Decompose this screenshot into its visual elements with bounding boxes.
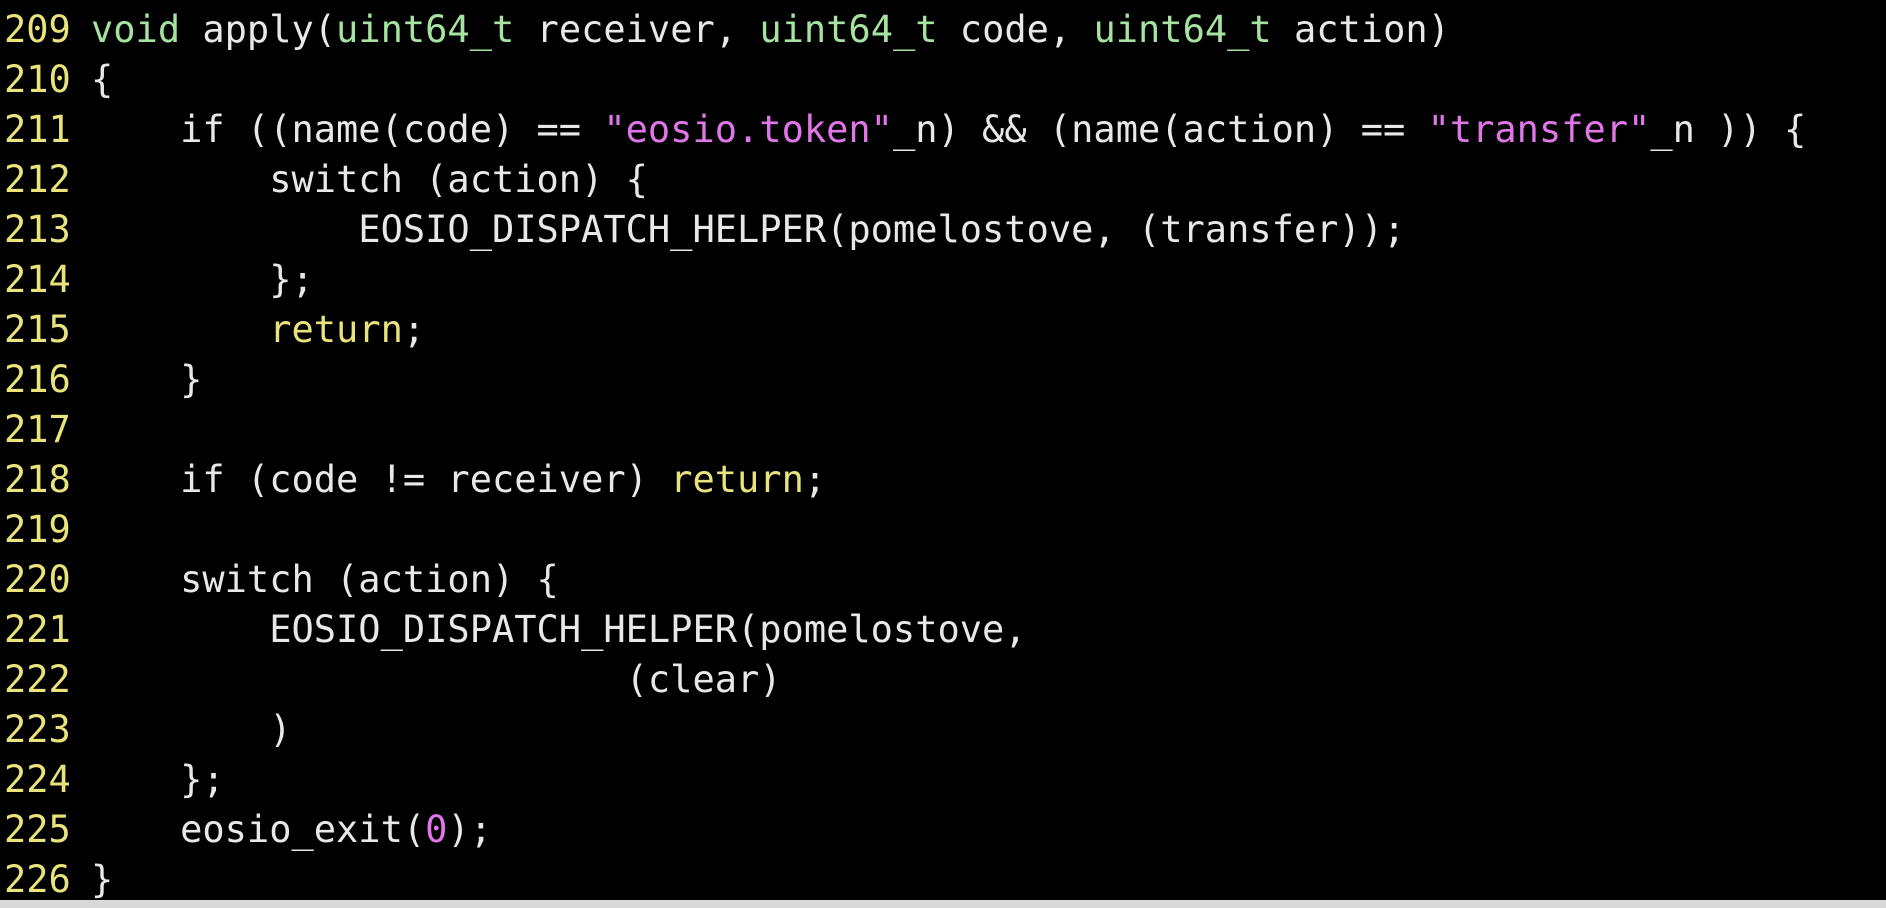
code-line[interactable]: 210 { xyxy=(0,55,1886,105)
status-bar xyxy=(0,900,1886,908)
code-token: "transfer" xyxy=(1427,108,1651,151)
code-token: return xyxy=(670,458,804,501)
code-token: _n )) { xyxy=(1650,108,1807,151)
code-token: ; xyxy=(402,308,426,351)
code-token: 0 xyxy=(425,808,448,851)
code-token: return xyxy=(269,308,403,351)
code-token: EOSIO_DISPATCH_HELPER(pomelostove, (tran… xyxy=(91,208,1406,251)
code-token: ); xyxy=(447,808,492,851)
code-line[interactable]: 209 void apply(uint64_t receiver, uint64_… xyxy=(0,5,1886,55)
code-text: if (code != receiver) return; xyxy=(91,455,826,505)
line-number: 225 xyxy=(4,808,71,851)
code-token: uint64_t xyxy=(1093,8,1272,51)
code-text: (clear) xyxy=(91,655,782,705)
code-line[interactable]: 214 }; xyxy=(0,255,1886,305)
line-number: 213 xyxy=(4,208,71,251)
code-token: switch (action) { xyxy=(91,158,648,201)
code-token: "eosio.token" xyxy=(603,108,893,151)
code-text: EOSIO_DISPATCH_HELPER(pomelostove, (tran… xyxy=(91,205,1405,255)
code-token: apply( xyxy=(180,8,337,51)
code-text: EOSIO_DISPATCH_HELPER(pomelostove, xyxy=(91,605,1027,655)
code-editor[interactable]: 209 void apply(uint64_t receiver, uint64_… xyxy=(0,0,1886,900)
code-text: }; xyxy=(91,255,314,305)
code-line[interactable]: 225 eosio_exit(0); xyxy=(0,805,1886,855)
code-text: if ((name(code) == "eosio.token"_n) && (… xyxy=(91,105,1806,155)
code-line[interactable]: 215 return; xyxy=(0,305,1886,355)
code-line[interactable]: 216 } xyxy=(0,355,1886,405)
line-number: 222 xyxy=(4,658,71,701)
code-line[interactable]: 217 xyxy=(0,405,1886,455)
line-number: 215 xyxy=(4,308,71,351)
code-token: if ((name(code) == xyxy=(91,108,604,151)
code-token: eosio_exit( xyxy=(91,808,426,851)
code-token: uint64_t xyxy=(336,8,515,51)
line-number: 220 xyxy=(4,558,71,601)
code-line[interactable]: 212 switch (action) { xyxy=(0,155,1886,205)
line-number: 218 xyxy=(4,458,71,501)
line-number: 219 xyxy=(4,508,71,551)
code-text: { xyxy=(91,55,113,105)
code-line[interactable]: 211 if ((name(code) == "eosio.token"_n) … xyxy=(0,105,1886,155)
line-number: 224 xyxy=(4,758,71,801)
code-text: return; xyxy=(91,305,425,355)
code-text: eosio_exit(0); xyxy=(91,805,492,855)
code-token: (clear) xyxy=(91,658,782,701)
line-number: 221 xyxy=(4,608,71,651)
code-token: uint64_t xyxy=(759,8,938,51)
code-text: void apply(uint64_t receiver, uint64_t c… xyxy=(91,5,1450,55)
code-text: }; xyxy=(91,755,225,805)
code-token: ; xyxy=(803,458,827,501)
code-token: }; xyxy=(91,758,225,801)
code-token: void xyxy=(91,8,181,51)
code-token: receiver, xyxy=(514,8,760,51)
code-token: ) xyxy=(91,708,292,751)
code-line[interactable]: 213 EOSIO_DISPATCH_HELPER(pomelostove, (… xyxy=(0,205,1886,255)
code-line[interactable]: 224 }; xyxy=(0,755,1886,805)
code-token: EOSIO_DISPATCH_HELPER(pomelostove, xyxy=(91,608,1027,651)
code-text: ) xyxy=(91,705,291,755)
line-number: 216 xyxy=(4,358,71,401)
code-line[interactable]: 223 ) xyxy=(0,705,1886,755)
line-number: 214 xyxy=(4,258,71,301)
code-token: if (code != receiver) xyxy=(91,458,671,501)
code-token: action) xyxy=(1271,8,1450,51)
code-token: _n) && (name(action) == xyxy=(892,108,1428,151)
code-line[interactable]: 222 (clear) xyxy=(0,655,1886,705)
code-line[interactable]: 226} xyxy=(0,855,1886,900)
line-number: 223 xyxy=(4,708,71,751)
line-number: 212 xyxy=(4,158,71,201)
code-token: switch (action) { xyxy=(91,558,559,601)
code-text: switch (action) { xyxy=(91,555,559,605)
code-line[interactable]: 218 if (code != receiver) return; xyxy=(0,455,1886,505)
code-text: } xyxy=(91,855,113,900)
code-line[interactable]: 220 switch (action) { xyxy=(0,555,1886,605)
code-token: { xyxy=(91,58,114,101)
code-token: code, xyxy=(937,8,1094,51)
line-number: 211 xyxy=(4,108,71,151)
code-token: } xyxy=(91,358,203,401)
code-token: }; xyxy=(91,258,314,301)
line-number: 210 xyxy=(4,58,71,101)
code-text: } xyxy=(91,355,202,405)
code-line[interactable]: 221 EOSIO_DISPATCH_HELPER(pomelostove, xyxy=(0,605,1886,655)
line-number: 226 xyxy=(4,858,71,900)
line-number: 217 xyxy=(4,408,71,451)
line-number: 209 xyxy=(4,8,71,51)
code-token: } xyxy=(91,858,114,900)
code-line[interactable]: 219 xyxy=(0,505,1886,555)
code-text: switch (action) { xyxy=(91,155,648,205)
